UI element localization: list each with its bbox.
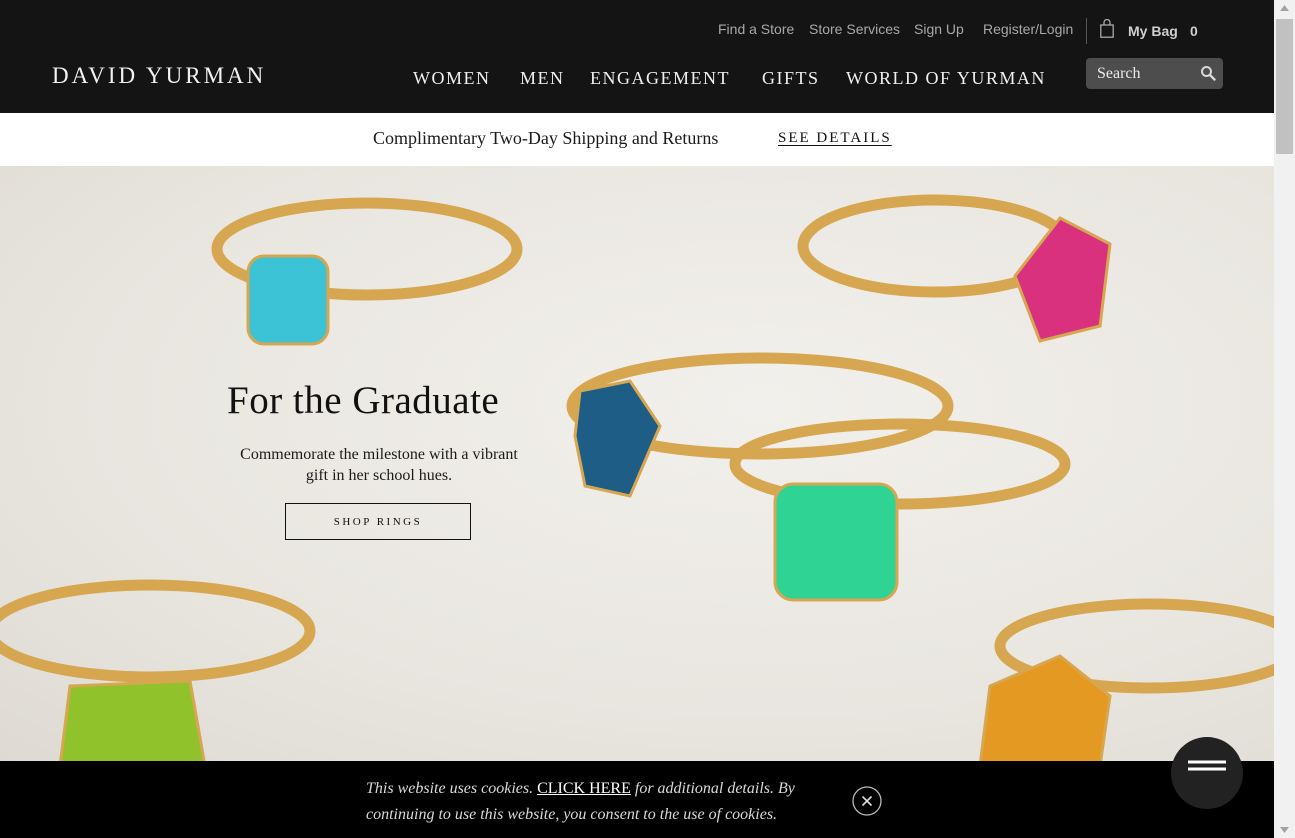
scroll-down-arrow-icon[interactable]	[1274, 821, 1295, 838]
find-a-store-link[interactable]: Find a Store	[718, 21, 794, 37]
hero-rings-image	[0, 194, 1274, 761]
logo[interactable]: DAVID YURMAN	[52, 64, 266, 88]
utility-divider	[1086, 18, 1087, 44]
ring-pink-tourmaline	[797, 194, 1112, 343]
ring-peridot	[0, 579, 316, 761]
shop-rings-button[interactable]: SHOP RINGS	[285, 503, 471, 540]
close-icon[interactable]	[852, 786, 882, 816]
nav-men[interactable]: MEN	[520, 68, 565, 88]
scroll-up-arrow-icon[interactable]	[1274, 0, 1295, 17]
site-header: Find a Store Store Services Sign Up Regi…	[0, 0, 1274, 113]
search-input[interactable]	[1097, 64, 1192, 84]
promo-text: Complimentary Two-Day Shipping and Retur…	[373, 128, 719, 148]
hero-banner	[0, 166, 1274, 761]
my-bag-link[interactable]: My Bag	[1128, 23, 1178, 39]
cookie-text-start: This website uses cookies.	[366, 780, 538, 797]
scrollbar-thumb[interactable]	[1276, 19, 1293, 154]
nav-gifts[interactable]: GIFTS	[762, 68, 820, 88]
chat-icon	[1188, 760, 1226, 771]
nav-engagement[interactable]: ENGAGEMENT	[590, 68, 730, 88]
bag-count: 0	[1190, 23, 1198, 39]
chat-button[interactable]	[1171, 737, 1243, 809]
search-icon[interactable]	[1200, 65, 1216, 81]
sign-up-link[interactable]: Sign Up	[914, 21, 964, 37]
cookie-message: This website uses cookies. CLICK HERE fo…	[366, 776, 836, 828]
store-services-link[interactable]: Store Services	[809, 21, 900, 37]
ring-turquoise	[211, 197, 523, 346]
shopping-bag-icon[interactable]	[1100, 19, 1114, 38]
nav-world-of-yurman[interactable]: WORLD OF YURMAN	[846, 68, 1046, 88]
hero-title: For the Graduate	[227, 379, 500, 422]
see-details-link[interactable]: SEE DETAILS	[778, 130, 892, 147]
register-login-link[interactable]: Register/Login	[983, 21, 1073, 37]
cookie-click-here-link[interactable]: CLICK HERE	[537, 780, 631, 797]
nav-women[interactable]: WOMEN	[413, 68, 491, 88]
hero-subtitle: Commemorate the milestone with a vibrant…	[240, 446, 518, 484]
